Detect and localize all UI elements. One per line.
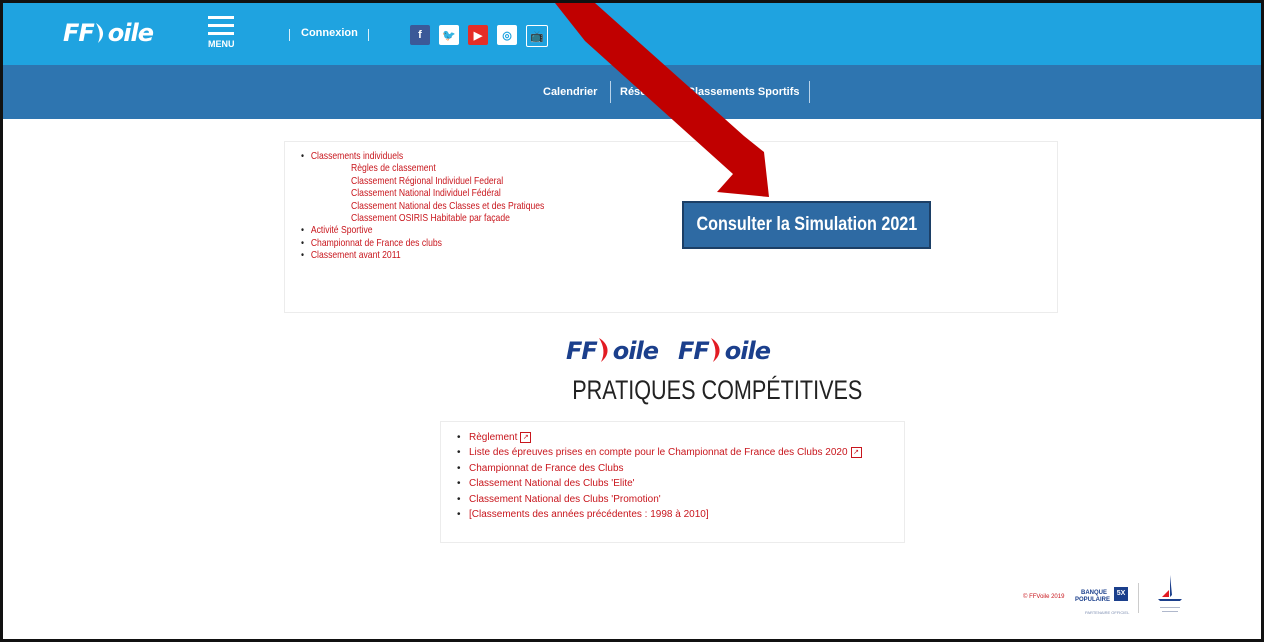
divider <box>368 29 369 41</box>
top-header-bar: FF oile MENU Connexion f 🐦 ▶ ◎ 📺 <box>3 3 1261 65</box>
youtube-icon[interactable]: ▶ <box>468 25 488 45</box>
divider <box>289 29 290 41</box>
divider <box>809 81 810 103</box>
pratiques-list: Règlement↗Liste des épreuves prises en c… <box>457 430 862 522</box>
tv-icon[interactable]: 📺 <box>526 25 548 47</box>
classement-link[interactable]: Classement avant 2011 <box>301 249 544 261</box>
pratique-link[interactable]: Liste des épreuves prises en compte pour… <box>457 445 862 460</box>
copyright-text: © FFVoile 2019 <box>1023 594 1065 600</box>
ffvoile-logo[interactable]: FF oile <box>63 19 154 47</box>
classement-link[interactable]: Classements individuels <box>301 150 544 162</box>
menu-button[interactable]: MENU <box>208 14 235 49</box>
classement-link[interactable]: Championnat de France des clubs <box>301 237 544 249</box>
consulter-simulation-button[interactable]: Consulter la Simulation 2021 <box>682 201 931 249</box>
classement-link[interactable]: Classement OSIRIS Habitable par façade <box>301 212 544 224</box>
classement-link[interactable]: Activité Sportive <box>301 224 544 236</box>
ffvoile-logo-large: FF oile <box>566 337 659 365</box>
pratique-link[interactable]: Règlement↗ <box>457 430 862 445</box>
browser-frame: FF oile MENU Connexion f 🐦 ▶ ◎ 📺 Calendrier R… <box>0 0 1264 642</box>
divider <box>1138 583 1139 613</box>
connexion-link[interactable]: Connexion <box>301 27 358 39</box>
pratique-link[interactable]: Classement National des Clubs 'Promotion… <box>457 492 862 507</box>
pratique-link[interactable]: Championnat de France des Clubs <box>457 461 862 476</box>
section-title: PRATIQUES COMPÉTITIVES <box>572 375 863 405</box>
classements-list: Classements individuelsRègles de classem… <box>301 150 598 262</box>
logo-ff-text: FF <box>63 19 95 47</box>
classement-link[interactable]: Règles de classement <box>301 162 544 174</box>
pratiques-panel: Règlement↗Liste des épreuves prises en c… <box>440 421 905 543</box>
instagram-icon[interactable]: ◎ <box>497 25 517 45</box>
pratique-link[interactable]: [Classements des années précédentes : 19… <box>457 507 862 522</box>
classement-link[interactable]: Classement National Individuel Fédéral <box>301 187 544 199</box>
sail-icon <box>710 338 720 362</box>
classements-panel: Classements individuelsRègles de classem… <box>284 141 1058 313</box>
classement-link[interactable]: Classement Régional Individuel Federal <box>301 175 544 187</box>
facebook-icon[interactable]: f <box>410 25 430 45</box>
divider <box>610 81 611 103</box>
pdf-icon: ↗ <box>850 447 862 459</box>
banque-populaire-logo[interactable]: BANQUE POPULAIRE 5X PARTENAIRE OFFICIEL <box>1075 577 1133 617</box>
nav-calendrier[interactable]: Calendrier <box>543 86 597 98</box>
nav-resultats[interactable]: Résultats <box>620 86 670 98</box>
pdf-icon: ↗ <box>520 431 532 443</box>
twitter-icon[interactable]: 🐦 <box>439 25 459 45</box>
divider <box>676 81 677 103</box>
pratique-link[interactable]: Classement National des Clubs 'Elite' <box>457 476 862 491</box>
nav-classements-sportifs[interactable]: Classements Sportifs <box>687 86 799 98</box>
olympic-sail-logo[interactable] <box>1150 573 1190 619</box>
section-nav-bar: Calendrier Résultats Classements Sportif… <box>3 65 1261 119</box>
simulation-button-label: Consulter la Simulation 2021 <box>696 214 917 235</box>
hamburger-icon <box>208 16 234 19</box>
classement-link[interactable]: Classement National des Classes et des P… <box>301 200 544 212</box>
sail-icon <box>598 338 608 362</box>
sail-icon <box>95 23 103 43</box>
logo-voile-text: oile <box>107 19 154 47</box>
ffvoile-logo-large: FF oile <box>678 337 771 365</box>
menu-label: MENU <box>208 39 235 49</box>
